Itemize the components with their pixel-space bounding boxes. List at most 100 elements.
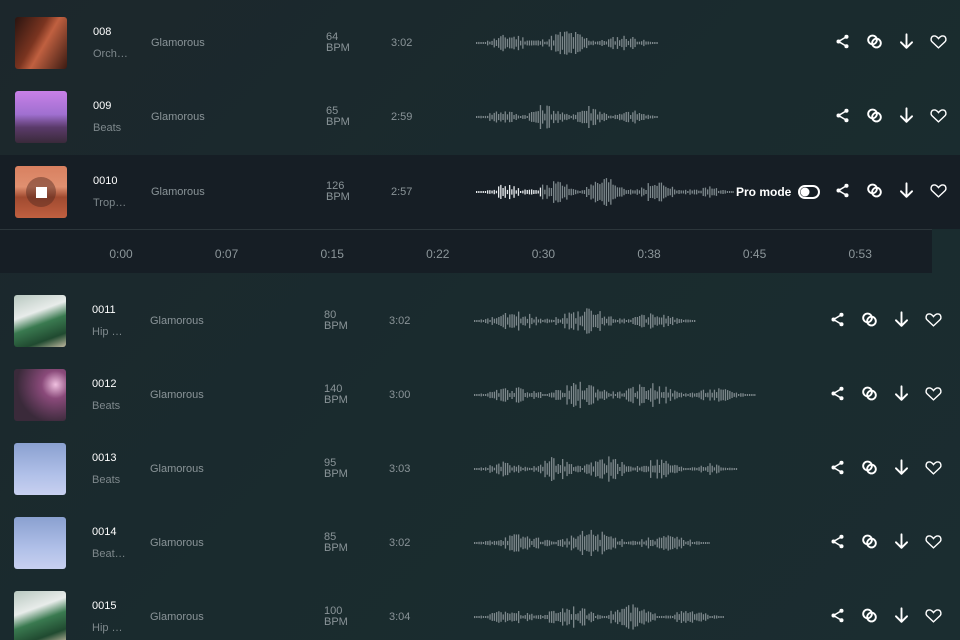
track-artwork[interactable] [15,17,67,69]
track-actions [828,310,943,329]
link-icon[interactable] [865,181,884,200]
track-row[interactable]: 0010 Trop… Glamorous 126 BPM 2:57 Pro mod… [0,155,960,229]
download-icon[interactable] [892,458,911,477]
track-duration: 3:02 [389,537,411,549]
download-icon[interactable] [892,532,911,551]
track-waveform[interactable] [476,28,658,58]
heart-icon[interactable] [924,384,943,403]
track-row[interactable]: 009 Beats Glamorous 65 BPM 2:59 [0,80,960,154]
track-artist[interactable]: Glamorous [150,611,204,623]
track-artwork[interactable] [14,517,66,569]
track-bpm: 85 BPM [324,532,348,554]
link-icon[interactable] [860,458,879,477]
link-icon[interactable] [860,532,879,551]
track-actions [828,458,943,477]
download-icon[interactable] [892,384,911,403]
track-artwork[interactable] [14,295,66,347]
pro-mode-toggle[interactable]: Pro mode [736,185,821,199]
link-icon[interactable] [860,310,879,329]
link-icon[interactable] [865,32,884,51]
track-artwork[interactable] [15,166,67,218]
share-icon[interactable] [833,106,852,125]
heart-icon[interactable] [924,606,943,625]
bpm-unit: BPM [326,116,350,128]
link-icon[interactable] [865,106,884,125]
track-bpm: 126 BPM [326,181,350,203]
track-genre: Beats [93,122,122,134]
bpm-unit: BPM [324,616,348,628]
track-actions [833,181,948,200]
track-id: 009 [93,100,112,112]
track-artist[interactable]: Glamorous [151,111,205,123]
bpm-unit: BPM [324,320,348,332]
track-waveform[interactable] [474,306,696,336]
bpm-unit: BPM [324,468,348,480]
track-id: 0014 [92,526,117,538]
heart-icon[interactable] [924,532,943,551]
timeline-tick: 0:45 [742,247,767,261]
track-artwork[interactable] [14,369,66,421]
track-artist[interactable]: Glamorous [150,537,204,549]
track-row[interactable]: 0011 Hip … Glamorous 80 BPM 3:02 [0,284,960,358]
download-icon[interactable] [897,106,916,125]
heart-icon[interactable] [929,181,948,200]
bpm-unit: BPM [326,42,350,54]
link-icon[interactable] [860,384,879,403]
track-actions [833,32,948,51]
track-row[interactable]: 008 Orch… Glamorous 64 BPM 3:02 [0,6,960,80]
download-icon[interactable] [897,32,916,51]
timeline-tick: 0:07 [214,247,239,261]
track-waveform[interactable] [476,102,658,132]
track-duration: 2:57 [391,186,413,198]
track-row[interactable]: 0014 Beat… Glamorous 85 BPM 3:02 [0,506,960,580]
track-waveform[interactable] [474,454,738,484]
track-actions [828,606,943,625]
track-artwork[interactable] [15,91,67,143]
track-artist[interactable]: Glamorous [151,37,205,49]
track-artist[interactable]: Glamorous [150,463,204,475]
share-icon[interactable] [828,532,847,551]
waveform-timeline[interactable]: 0:00 0:07 0:15 0:22 0:30 0:38 0:45 0:53 [0,229,932,273]
heart-icon[interactable] [929,106,948,125]
timeline-tick: 0:53 [848,247,872,261]
timeline-tick: 0:15 [320,247,344,261]
track-genre: Hip … [92,622,123,634]
track-artwork[interactable] [14,591,66,640]
track-artwork[interactable] [14,443,66,495]
track-artist[interactable]: Glamorous [150,315,204,327]
heart-icon[interactable] [929,32,948,51]
track-actions [828,384,943,403]
link-icon[interactable] [860,606,879,625]
share-icon[interactable] [833,32,852,51]
track-row[interactable]: 0012 Beats Glamorous 140 BPM 3:00 [0,358,960,432]
track-id: 0013 [92,452,117,464]
download-icon[interactable] [892,606,911,625]
track-genre: Beats [92,400,121,412]
share-icon[interactable] [828,384,847,403]
track-waveform[interactable] [476,177,734,207]
track-genre: Orch… [93,48,128,60]
track-id: 0015 [92,600,117,612]
track-row[interactable]: 0015 Hip … Glamorous 100 BPM 3:04 [0,580,960,640]
heart-icon[interactable] [924,310,943,329]
track-genre: Trop… [93,197,127,209]
track-waveform[interactable] [474,380,756,410]
bpm-unit: BPM [324,542,348,554]
track-waveform[interactable] [474,602,724,632]
download-icon[interactable] [897,181,916,200]
track-row[interactable]: 0013 Beats Glamorous 95 BPM 3:03 [0,432,960,506]
share-icon[interactable] [833,181,852,200]
toggle-icon[interactable] [798,185,821,199]
track-id: 008 [93,26,112,38]
track-artist[interactable]: Glamorous [151,186,205,198]
track-artist[interactable]: Glamorous [150,389,204,401]
share-icon[interactable] [828,310,847,329]
track-bpm: 80 BPM [324,310,348,332]
share-icon[interactable] [828,606,847,625]
heart-icon[interactable] [924,458,943,477]
download-icon[interactable] [892,310,911,329]
stop-icon[interactable] [36,187,47,198]
track-genre: Beats [92,474,121,486]
share-icon[interactable] [828,458,847,477]
track-waveform[interactable] [474,528,710,558]
